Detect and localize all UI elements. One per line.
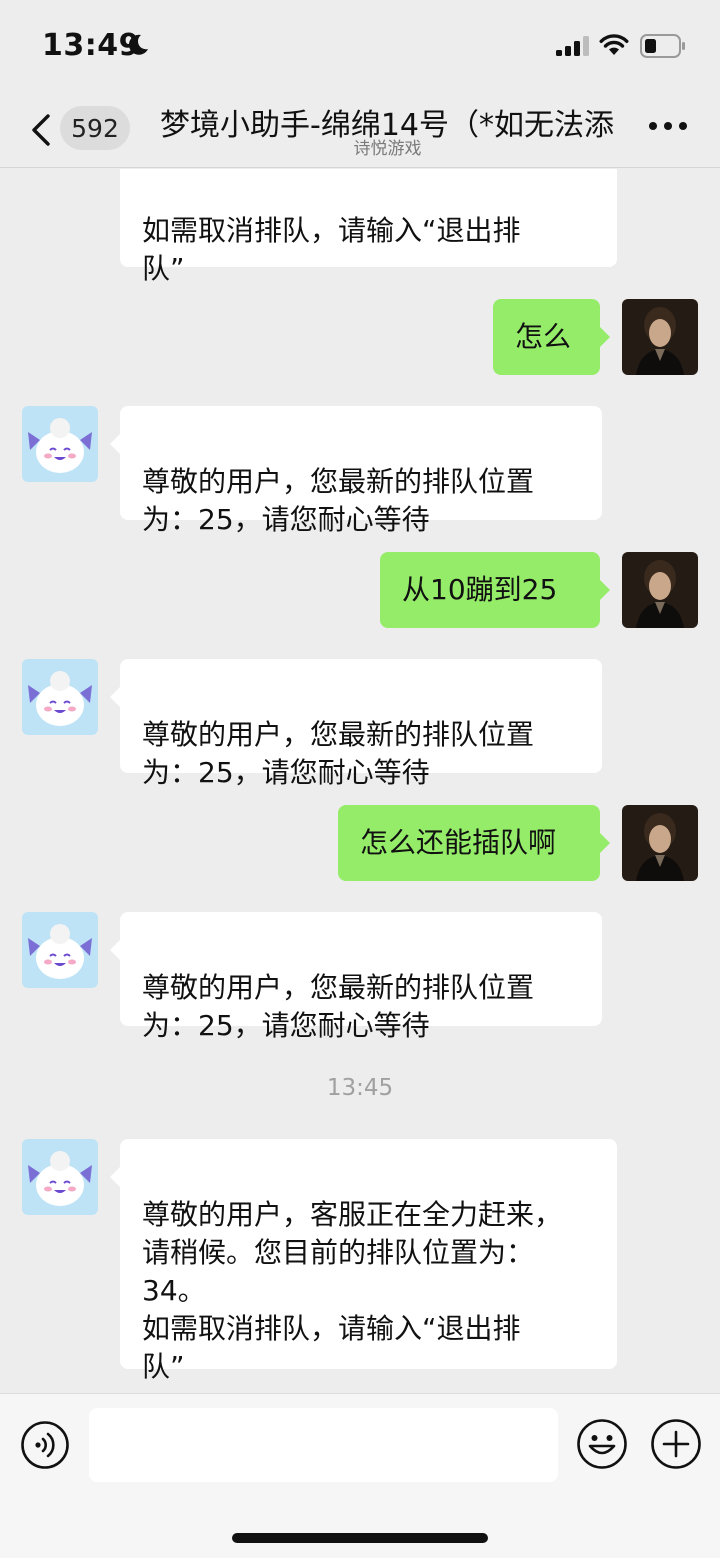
message-input[interactable]	[89, 1408, 558, 1482]
message-text: 从10蹦到25	[402, 573, 558, 606]
emoji-icon	[577, 1419, 627, 1469]
bot-avatar-icon	[22, 912, 98, 988]
message-list[interactable]: 如需取消排队，请输入“退出排 队” 怎么 尊敬的用户，您最新的排队位置 为：25…	[0, 169, 720, 1393]
outgoing-message[interactable]: 从10蹦到25	[380, 552, 610, 628]
user-avatar-icon	[622, 299, 698, 375]
more-actions-button[interactable]	[650, 1418, 702, 1470]
incoming-message[interactable]: 尊敬的用户，您最新的排队位置 为：25，请您耐心等待	[110, 912, 602, 1042]
more-button[interactable]	[648, 118, 688, 134]
user-avatar[interactable]	[622, 805, 698, 881]
emoji-button[interactable]	[576, 1418, 628, 1470]
outgoing-message[interactable]: 怎么	[493, 299, 610, 375]
message-text: 尊敬的用户，客服正在全力赶来， 请稍候。您目前的排队位置为： 34。 如需取消排…	[142, 1198, 563, 1383]
back-button[interactable]	[24, 110, 60, 150]
bot-avatar-icon	[22, 659, 98, 735]
moon-icon	[128, 34, 148, 55]
bot-avatar-icon	[22, 406, 98, 482]
incoming-message[interactable]: 尊敬的用户，您最新的排队位置 为：25，请您耐心等待	[110, 659, 602, 789]
status-bar: 13:49	[0, 0, 720, 92]
message-text: 怎么还能插队啊	[360, 826, 557, 859]
bot-avatar[interactable]	[22, 659, 98, 735]
user-avatar[interactable]	[622, 299, 698, 375]
bot-avatar[interactable]	[22, 912, 98, 988]
home-indicator[interactable]	[232, 1533, 488, 1543]
incoming-message[interactable]: 尊敬的用户，客服正在全力赶来， 请稍候。您目前的排队位置为： 34。 如需取消排…	[110, 1139, 617, 1383]
message-text: 如需取消排队，请输入“退出排 队”	[142, 214, 521, 285]
battery-icon	[640, 34, 685, 58]
user-avatar[interactable]	[622, 552, 698, 628]
message-text: 怎么	[515, 320, 572, 353]
more-dots-icon	[649, 122, 687, 130]
message-text: 尊敬的用户，您最新的排队位置 为：25，请您耐心等待	[142, 971, 535, 1042]
signal-icon	[556, 36, 589, 56]
outgoing-message[interactable]: 怎么还能插队啊	[338, 805, 610, 881]
chat-subtitle: 诗悦游戏	[353, 139, 422, 159]
bot-avatar[interactable]	[22, 406, 98, 482]
voice-button[interactable]	[20, 1420, 70, 1470]
wifi-icon	[599, 34, 629, 55]
voice-icon	[21, 1421, 69, 1469]
back-chevron-icon	[32, 114, 50, 146]
plus-icon	[651, 1419, 701, 1469]
bot-avatar[interactable]	[22, 1139, 98, 1215]
chat-header: 592 梦境小助手-绵绵14号（*如无法添 诗悦游戏	[0, 92, 720, 168]
incoming-message[interactable]: 如需取消排队，请输入“退出排 队”	[120, 169, 617, 285]
message-text: 尊敬的用户，您最新的排队位置 为：25，请您耐心等待	[142, 465, 535, 536]
user-avatar-icon	[622, 552, 698, 628]
input-bar	[0, 1393, 720, 1558]
unread-count-badge[interactable]: 592	[60, 106, 130, 150]
message-text: 尊敬的用户，您最新的排队位置 为：25，请您耐心等待	[142, 718, 535, 789]
bot-avatar-icon	[22, 1139, 98, 1215]
message-timestamp: 13:45	[326, 1075, 394, 1101]
user-avatar-icon	[622, 805, 698, 881]
incoming-message[interactable]: 尊敬的用户，您最新的排队位置 为：25，请您耐心等待	[110, 406, 602, 536]
